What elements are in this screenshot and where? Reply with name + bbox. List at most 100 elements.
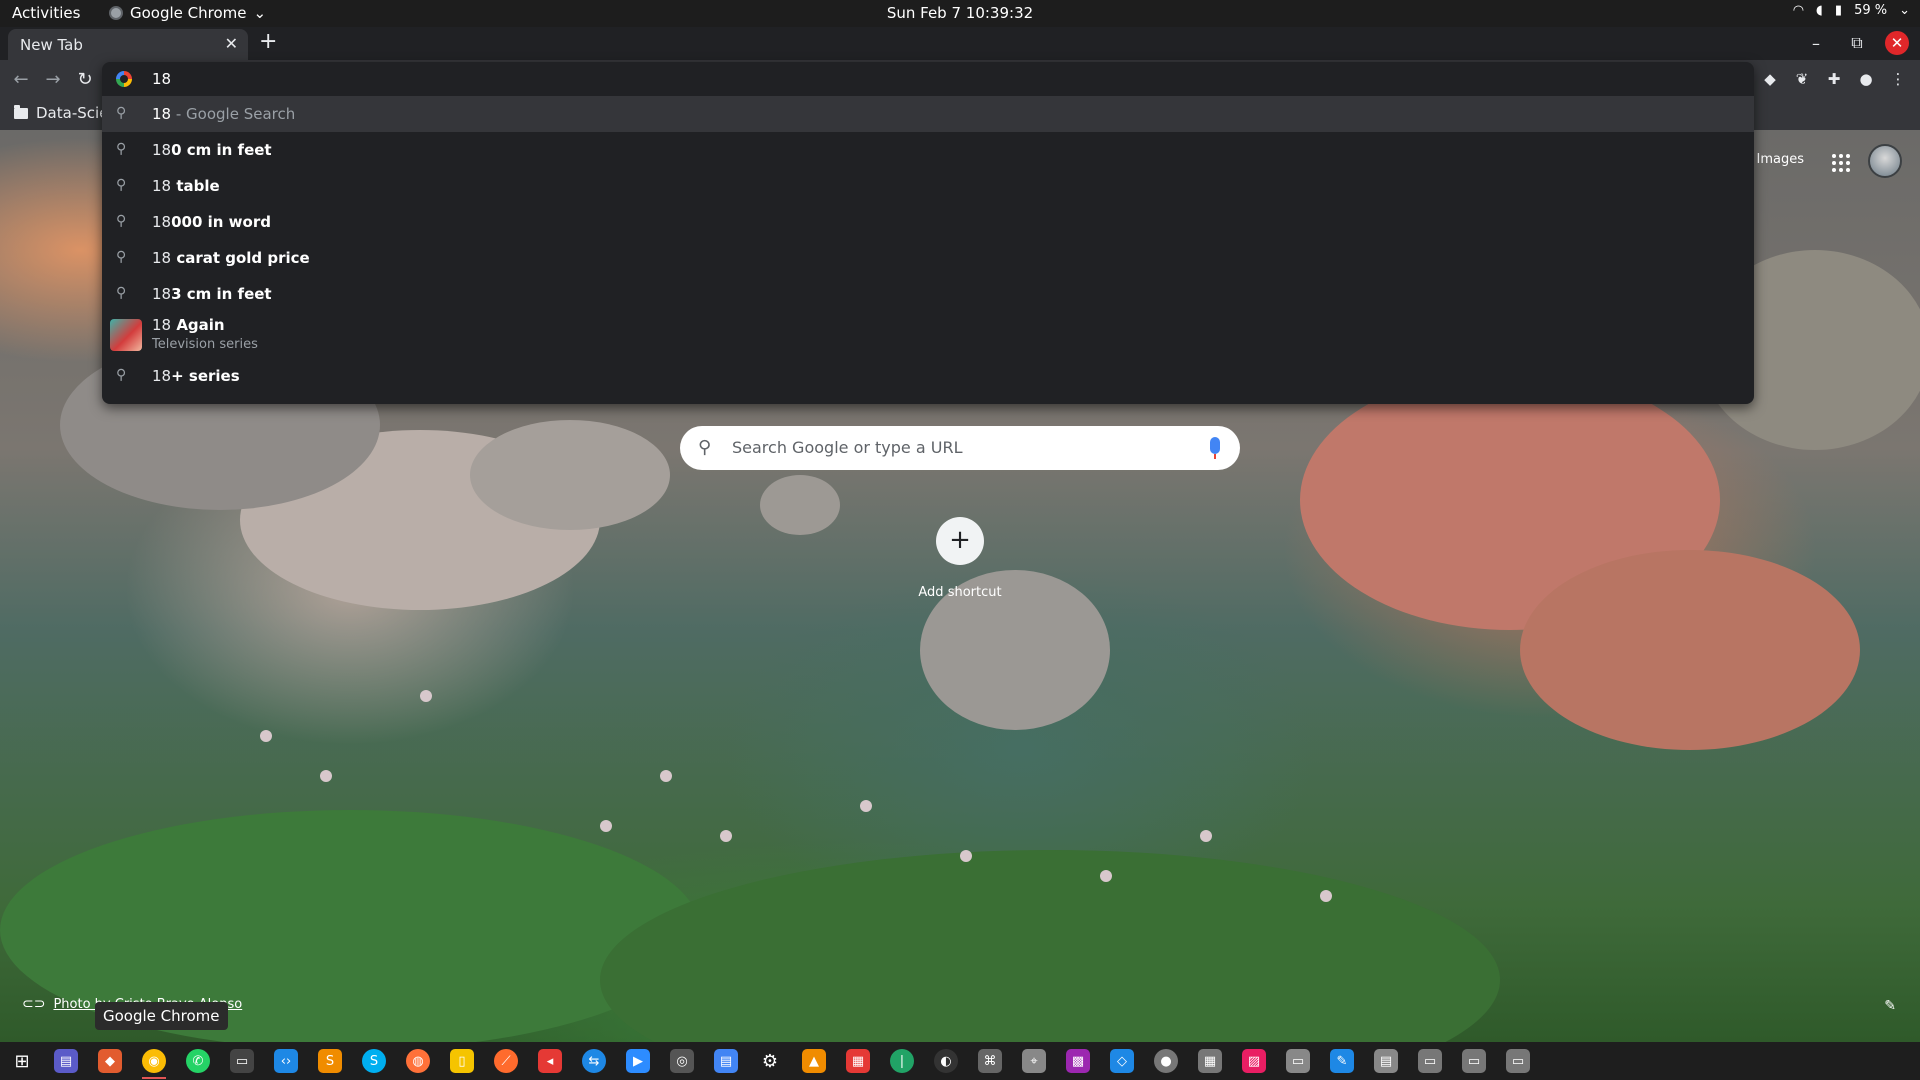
add-shortcut-label: Add shortcut (918, 585, 1002, 600)
system-top-bar: Activities Google Chrome ⌄ Sun Feb 7 10:… (0, 0, 1920, 27)
folder-icon (14, 104, 28, 119)
account-avatar[interactable] (1868, 144, 1902, 178)
terminal-icon[interactable]: ▭ (230, 1049, 254, 1073)
background-rock (470, 420, 670, 530)
screenshot-icon[interactable]: ◎ (670, 1049, 694, 1073)
tab-close-icon[interactable]: ✕ (225, 34, 238, 53)
suggestion-item[interactable]: ⚲ 18000 in word (102, 204, 1754, 240)
suggestion-rest: - Google Search (171, 105, 296, 123)
entity-thumbnail (110, 319, 142, 351)
app-icon[interactable]: ● (1154, 1049, 1178, 1073)
sublime-icon[interactable]: S (318, 1049, 342, 1073)
android-studio-icon[interactable]: ◇ (1110, 1049, 1134, 1073)
document-icon[interactable]: ▤ (1374, 1049, 1398, 1073)
background-flower (860, 800, 872, 812)
omnibox-query[interactable]: 18 (152, 70, 171, 88)
photos-icon[interactable]: ▨ (1242, 1049, 1266, 1073)
postman-icon[interactable]: ⟋ (494, 1049, 518, 1073)
git-app-icon[interactable]: ◆ (98, 1049, 122, 1073)
forward-icon[interactable]: → (42, 68, 64, 90)
search-icon: ⚲ (116, 105, 127, 121)
calculator-icon[interactable]: ▦ (1198, 1049, 1222, 1073)
text-editor-icon[interactable]: ✎ (1330, 1049, 1354, 1073)
zoom-icon[interactable]: ▶ (626, 1049, 650, 1073)
background-rock (760, 475, 840, 535)
teamviewer-icon[interactable]: ⇆ (582, 1049, 606, 1073)
suggestion-completion: carat gold price (171, 249, 310, 267)
suggestion-item[interactable]: ⚲ 18 carat gold price (102, 240, 1754, 276)
background-flower (960, 850, 972, 862)
desktop-icon[interactable]: ▭ (1418, 1049, 1442, 1073)
chrome-app-icon[interactable]: ◉ (142, 1049, 166, 1073)
background-flower (260, 730, 272, 742)
profile-avatar-icon[interactable]: ● (1854, 67, 1878, 91)
background-flower (1200, 830, 1212, 842)
suggestion-prefix: 18 (152, 367, 172, 385)
omnibox-input[interactable]: 18 (102, 62, 1754, 96)
background-flower (1320, 890, 1332, 902)
kebab-menu-icon[interactable]: ⋮ (1886, 67, 1910, 91)
suggestion-item[interactable]: ⚲ 183 cm in feet (102, 276, 1754, 312)
ntp-search-box[interactable]: ⚲ Search Google or type a URL (680, 426, 1240, 470)
background-flower (1100, 870, 1112, 882)
sticky-notes-icon[interactable]: ▯ (450, 1049, 474, 1073)
search-icon: ⚲ (116, 285, 127, 301)
mongodb-icon[interactable]: ❘ (890, 1049, 914, 1073)
settings-gear-icon[interactable]: ⚙ (758, 1049, 782, 1073)
search-placeholder: Search Google or type a URL (732, 438, 963, 457)
vlc-icon[interactable]: ▲ (802, 1049, 826, 1073)
notes-app-icon[interactable]: ▤ (54, 1049, 78, 1073)
app-menu[interactable]: Google Chrome ⌄ (109, 4, 266, 22)
suggestion-item[interactable]: ⚲ 18 - Google Search (102, 96, 1754, 132)
app-grid-icon[interactable]: ⊞ (10, 1049, 34, 1073)
desktop-icon[interactable]: ▭ (1462, 1049, 1486, 1073)
search-icon: ⚲ (116, 367, 127, 383)
add-shortcut-button[interactable]: + (936, 517, 984, 565)
tab-new-tab[interactable]: New Tab ✕ (8, 29, 248, 60)
suggestion-item[interactable]: ⚲ 18+ series (102, 358, 1754, 394)
suggestion-prefix: 18 (152, 177, 172, 195)
whatsapp-icon[interactable]: ✆ (186, 1049, 210, 1073)
bookmark-folder[interactable]: Data-Scie (14, 104, 108, 122)
background-flower (720, 830, 732, 842)
suggestion-completion: 000 in word (171, 213, 271, 231)
background-flower (320, 770, 332, 782)
suggestion-item[interactable]: ⚲ 180 cm in feet (102, 132, 1754, 168)
files-icon[interactable]: ▭ (1286, 1049, 1310, 1073)
images-link[interactable]: Images (1757, 152, 1805, 167)
close-window-icon[interactable]: ✕ (1885, 31, 1909, 55)
tab-strip: New Tab ✕ + – ⧉ ✕ (0, 27, 1920, 60)
background-flower (660, 770, 672, 782)
google-apps-icon[interactable] (1832, 154, 1850, 172)
tooltip: Google Chrome (95, 1002, 228, 1030)
image-viewer-icon[interactable]: ▩ (1066, 1049, 1090, 1073)
skype-icon[interactable]: S (362, 1049, 386, 1073)
calendar-icon[interactable]: ▦ (846, 1049, 870, 1073)
back-icon[interactable]: ← (10, 68, 32, 90)
minimize-icon[interactable]: – (1804, 31, 1828, 55)
microphone-icon[interactable] (1210, 437, 1220, 459)
reload-icon[interactable]: ↻ (74, 68, 96, 90)
extension-teal-icon[interactable]: ◆ (1758, 67, 1782, 91)
search-icon: ⚲ (698, 437, 712, 458)
customize-pencil-icon[interactable]: ✎ (1884, 998, 1896, 1014)
suggestion-entity-item[interactable]: 18 Again Television series (102, 312, 1754, 356)
desktop-icon[interactable]: ▭ (1506, 1049, 1530, 1073)
firefox-icon[interactable]: ◍ (406, 1049, 430, 1073)
suggestion-prefix: 18 (152, 316, 172, 334)
suggestion-item[interactable]: ⚲ 18 table (102, 168, 1754, 204)
system-tray[interactable]: ◠ ◖ ▮ 59 % ⌄ (1793, 3, 1910, 18)
docs-icon[interactable]: ▤ (714, 1049, 738, 1073)
maximize-icon[interactable]: ⧉ (1845, 31, 1869, 55)
omnibox-dropdown: 18 ⚲ 18 - Google Search ⚲ 180 cm in feet… (102, 62, 1754, 404)
activities-button[interactable]: Activities (12, 4, 80, 22)
clock[interactable]: Sun Feb 7 10:39:32 (0, 4, 1920, 22)
game-icon[interactable]: ⌘ (978, 1049, 1002, 1073)
new-tab-button[interactable]: + (259, 29, 277, 54)
vscode-icon[interactable]: ‹› (274, 1049, 298, 1073)
extensions-puzzle-icon[interactable]: ✚ (1822, 67, 1846, 91)
disk-icon[interactable]: ◐ (934, 1049, 958, 1073)
extension-leaf-icon[interactable]: ❦ (1790, 67, 1814, 91)
anydesk-icon[interactable]: ◂ (538, 1049, 562, 1073)
maps-icon[interactable]: ⌖ (1022, 1049, 1046, 1073)
